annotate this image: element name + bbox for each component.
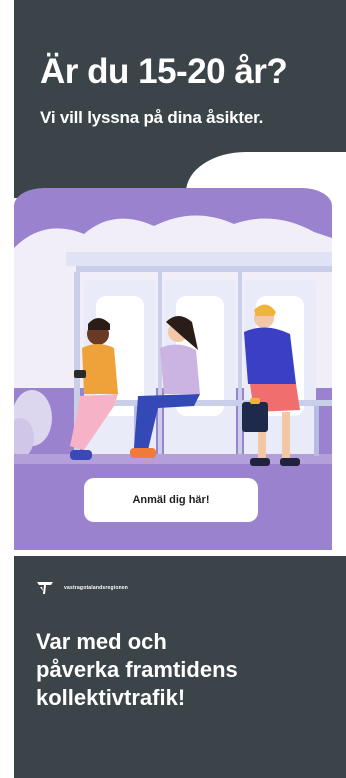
slogan-line: kollektivtrafik! (36, 685, 186, 710)
brand-name: vastragotalandsregionen (64, 585, 129, 591)
headline: Är du 15-20 år? (40, 52, 288, 91)
plant-icon (14, 390, 52, 458)
slogan-line: påverka framtidens (36, 657, 238, 682)
slogan: Var med och påverka framtidens kollektiv… (36, 628, 238, 712)
panel-edge (332, 188, 346, 556)
register-button[interactable]: Anmäl dig här! (84, 478, 258, 522)
subheadline: Vi vill lyssna på dina åsikter. (40, 108, 264, 127)
ad-banner: Är du 15-20 år? Vi vill lyssna på dina å… (0, 0, 346, 778)
slogan-line: Var med och (36, 629, 167, 654)
header-panel (14, 0, 346, 212)
brand-logo: vastragotalandsregionen (36, 578, 128, 598)
vgr-logo-icon (37, 582, 53, 594)
